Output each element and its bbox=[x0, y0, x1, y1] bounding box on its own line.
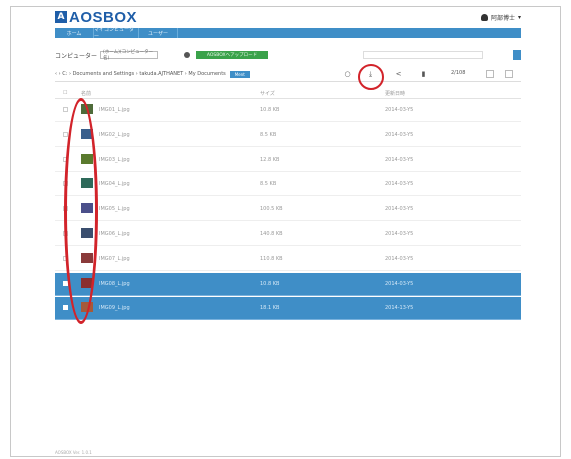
annotation-circle bbox=[358, 64, 384, 90]
file-name[interactable]: IMG09_L.jpg bbox=[99, 305, 130, 311]
table-row[interactable]: IMG09_L.jpg 18.1 KB 2014-13-Y5 bbox=[55, 297, 521, 321]
top-nav: ホーム マイコンピューター ユーザー bbox=[55, 27, 521, 40]
table-row[interactable]: IMG04_L.jpg 8.5 KB 2014-03-Y5 bbox=[55, 173, 521, 197]
file-size: 10.8 KB bbox=[260, 280, 280, 287]
row-checkbox[interactable] bbox=[63, 305, 68, 311]
column-size[interactable]: サイズ bbox=[260, 90, 275, 97]
list-view-icon[interactable] bbox=[505, 70, 513, 78]
logo-mark-icon: A bbox=[55, 11, 67, 23]
file-size: 110.8 KB bbox=[260, 255, 283, 262]
search-button[interactable] bbox=[513, 50, 521, 60]
file-size: 8.5 KB bbox=[260, 181, 277, 188]
upload-to-aosbox-button[interactable]: AOSBOXへアップロード bbox=[196, 51, 269, 59]
file-name[interactable]: IMG01_L.jpg bbox=[99, 107, 130, 113]
app-logo[interactable]: A AOSBOX bbox=[55, 8, 138, 26]
grid-view-icon[interactable] bbox=[486, 70, 494, 78]
file-size: 10.8 KB bbox=[260, 107, 280, 113]
table-row[interactable]: IMG07_L.jpg 110.8 KB 2014-03-Y5 bbox=[55, 248, 521, 271]
tab-users[interactable]: ユーザー bbox=[139, 28, 178, 38]
table-row[interactable]: IMG02_L.jpg 8.5 KB 2014-03-Y5 bbox=[55, 124, 521, 147]
file-size: 18.1 KB bbox=[260, 305, 280, 312]
chevron-down-icon: ▾ bbox=[517, 14, 521, 21]
column-date[interactable]: 更新日時 bbox=[385, 90, 405, 97]
file-date: 2014-03-Y5 bbox=[385, 231, 414, 237]
breadcrumb-item[interactable]: takuda.AJTHANET bbox=[139, 71, 183, 77]
computer-label: コンピューター bbox=[55, 52, 98, 60]
file-size: 8.5 KB bbox=[260, 131, 277, 138]
logo-text: AOSBOX bbox=[69, 8, 138, 26]
refresh-icon[interactable]: ○ bbox=[344, 71, 351, 78]
table-row[interactable]: IMG08_L.jpg 10.8 KB 2014-03-Y5 bbox=[55, 272, 521, 296]
file-date: 2014-03-Y5 bbox=[385, 156, 414, 163]
footer-text: AOSBOX Ver. 1.0.1 bbox=[55, 450, 92, 455]
file-size: 140.8 KB bbox=[260, 231, 283, 237]
file-date: 2014-03-Y5 bbox=[385, 181, 414, 188]
annotation-ellipse bbox=[64, 98, 98, 324]
table-header: ☐ 名前 サイズ 更新日時 bbox=[55, 88, 521, 99]
row-checkbox[interactable] bbox=[63, 107, 68, 112]
file-date: 2014-03-Y5 bbox=[385, 107, 414, 113]
back-icon[interactable]: ‹ › bbox=[55, 71, 62, 77]
file-date: 2014-03-Y5 bbox=[385, 206, 414, 213]
table-row[interactable]: IMG05_L.jpg 100.5 KB 2014-03-Y5 bbox=[55, 198, 521, 222]
breadcrumb-item[interactable]: Documents and Settings bbox=[73, 71, 135, 77]
file-name[interactable]: IMG04_L.jpg bbox=[99, 181, 130, 187]
search-input[interactable] bbox=[363, 51, 484, 59]
file-date: 2014-03-Y5 bbox=[385, 255, 414, 262]
user-icon bbox=[480, 14, 488, 21]
file-size: 12.8 KB bbox=[260, 156, 280, 163]
file-name[interactable]: IMG07_L.jpg bbox=[99, 256, 130, 262]
user-menu[interactable]: 阿部博士 ▾ bbox=[480, 13, 521, 22]
file-name[interactable]: IMG03_L.jpg bbox=[99, 157, 130, 163]
table-row[interactable]: IMG06_L.jpg 140.8 KB 2014-03-Y5 bbox=[55, 223, 521, 246]
column-name[interactable]: 名前 bbox=[81, 90, 91, 97]
tab-my-computer[interactable]: マイコンピューター bbox=[94, 27, 139, 40]
file-size: 100.5 KB bbox=[260, 206, 283, 213]
user-name: 阿部博士 bbox=[490, 15, 515, 22]
breadcrumb-current-button[interactable]: Ment bbox=[229, 70, 250, 78]
file-name[interactable]: IMG06_L.jpg bbox=[99, 231, 130, 237]
file-date: 2014-03-Y5 bbox=[385, 131, 414, 138]
trash-icon[interactable]: ▮ bbox=[420, 71, 427, 78]
file-date: 2014-03-Y5 bbox=[385, 280, 414, 287]
computer-toolbar: コンピューター (ホーム)(コンピューター名) AOSBOXへアップロード bbox=[55, 49, 521, 61]
file-name[interactable]: IMG08_L.jpg bbox=[99, 281, 130, 287]
tab-home[interactable]: ホーム bbox=[55, 28, 94, 38]
computer-select[interactable]: (ホーム)(コンピューター名) bbox=[100, 50, 159, 61]
file-count-select[interactable]: 2/108 bbox=[451, 70, 473, 78]
table-row[interactable]: IMG01_L.jpg 10.8 KB 2014-03-Y5 bbox=[55, 99, 521, 122]
file-name[interactable]: IMG05_L.jpg bbox=[99, 206, 130, 212]
share-icon[interactable]: < bbox=[395, 71, 402, 78]
breadcrumb-item[interactable]: My Documents bbox=[188, 71, 225, 77]
header-checkbox[interactable]: ☐ bbox=[63, 90, 67, 96]
gear-icon[interactable] bbox=[184, 52, 191, 58]
file-date: 2014-13-Y5 bbox=[385, 305, 414, 312]
table-row[interactable]: IMG03_L.jpg 12.8 KB 2014-03-Y5 bbox=[55, 149, 521, 172]
file-name[interactable]: IMG02_L.jpg bbox=[99, 132, 130, 138]
